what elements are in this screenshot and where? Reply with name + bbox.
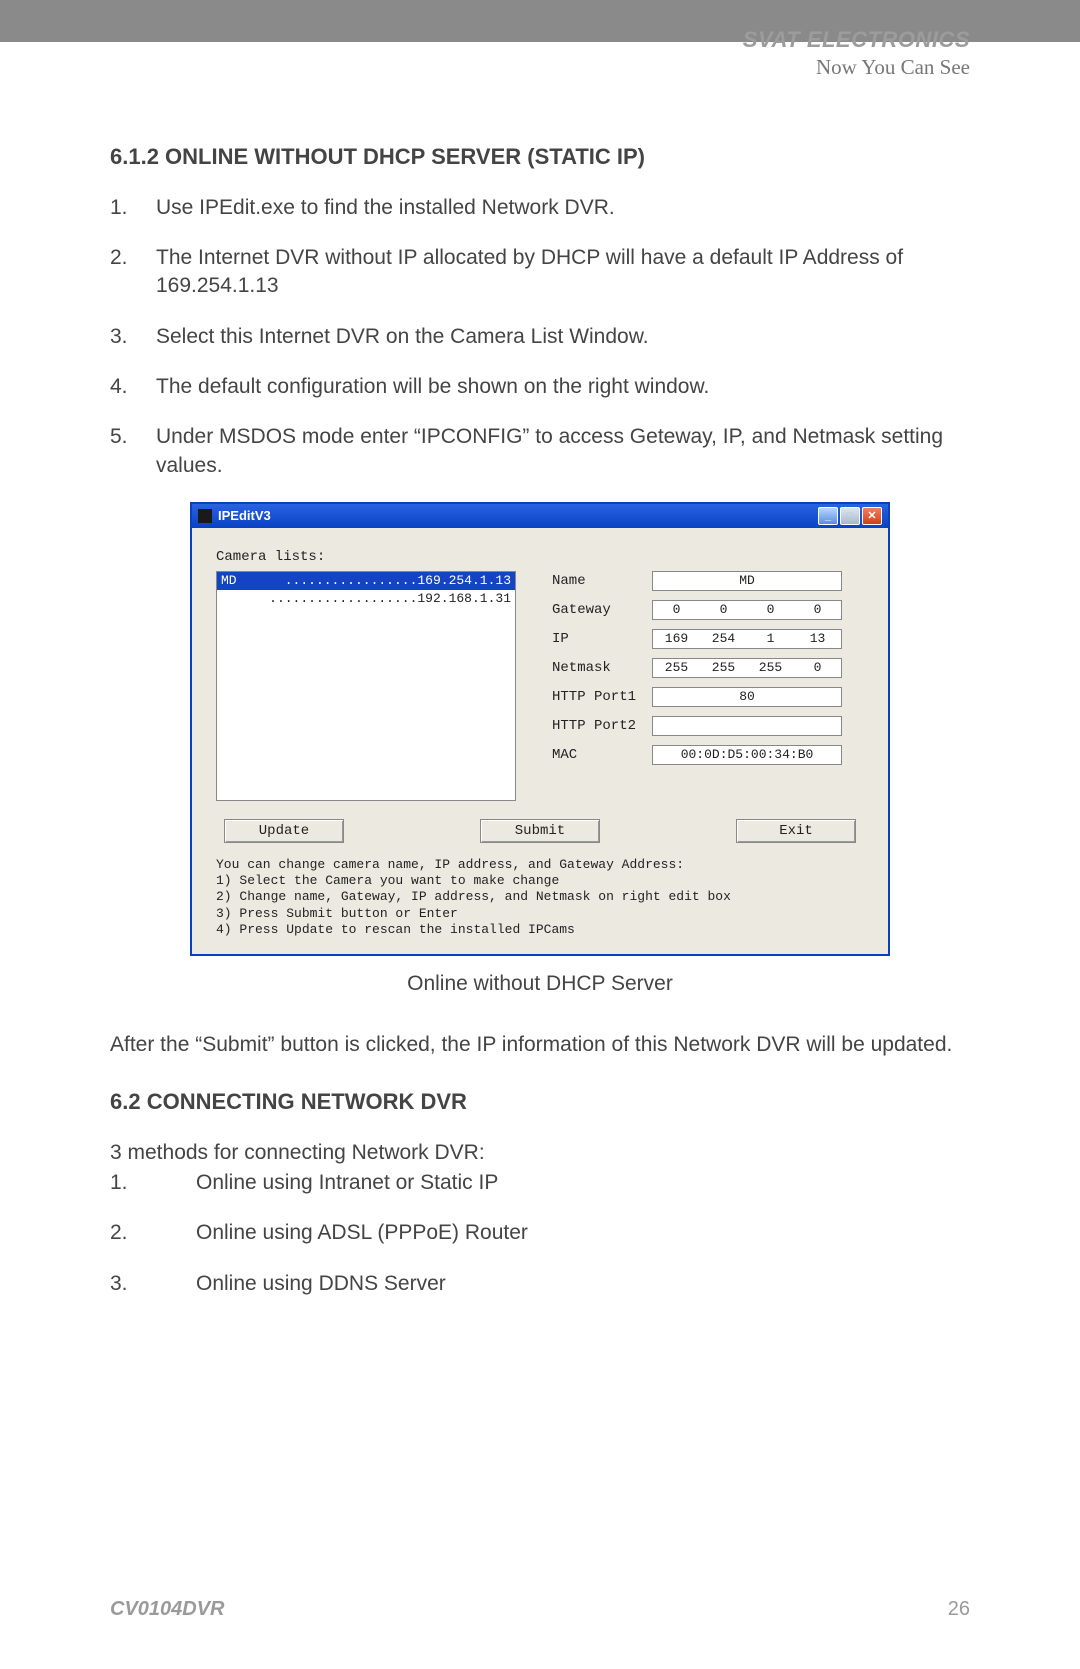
method-number: 1. — [110, 1169, 196, 1197]
window-title: IPEditV3 — [218, 507, 812, 525]
ip-input[interactable]: 169254113 — [652, 629, 842, 649]
gateway-label: Gateway — [552, 601, 642, 620]
exit-button[interactable]: Exit — [736, 819, 856, 843]
after-submit-paragraph: After the “Submit” button is clicked, th… — [110, 1031, 970, 1059]
step-text: Under MSDOS mode enter “IPCONFIG” to acc… — [156, 423, 970, 480]
http-port2-input[interactable] — [652, 716, 842, 736]
update-button[interactable]: Update — [224, 819, 344, 843]
list-item: 1.Online using Intranet or Static IP — [110, 1169, 970, 1197]
section-612-title: 6.1.2 ONLINE WITHOUT DHCP SERVER (STATIC… — [110, 142, 970, 172]
submit-button[interactable]: Submit — [480, 819, 600, 843]
step-number: 1. — [110, 194, 156, 222]
camera-list[interactable]: MD.................169.254.1.13 ........… — [216, 571, 516, 801]
brand-title: SVAT ELECTRONICS — [743, 25, 970, 55]
list-item: 1.Use IPEdit.exe to find the installed N… — [110, 194, 970, 222]
mac-label: MAC — [552, 746, 642, 765]
close-button[interactable]: ✕ — [862, 507, 882, 525]
ipedit-window: IPEditV3 _ □ ✕ Camera lists: MD.........… — [190, 502, 890, 956]
camera-list-item[interactable]: ...................192.168.1.31 — [217, 590, 515, 608]
section-612-steps: 1.Use IPEdit.exe to find the installed N… — [110, 194, 970, 480]
list-item: 3.Select this Internet DVR on the Camera… — [110, 323, 970, 351]
method-number: 3. — [110, 1270, 196, 1298]
step-number: 2. — [110, 244, 156, 301]
fields-panel: Name MD Gateway 0000 IP 169254113 Netmask 25… — [552, 571, 864, 801]
list-item: 3.Online using DDNS Server — [110, 1270, 970, 1298]
footer-page: 26 — [948, 1596, 970, 1623]
step-number: 4. — [110, 373, 156, 401]
netmask-label: Netmask — [552, 659, 642, 678]
name-label: Name — [552, 572, 642, 591]
step-text: The default configuration will be shown … — [156, 373, 709, 401]
list-item: 5.Under MSDOS mode enter “IPCONFIG” to a… — [110, 423, 970, 480]
mac-value: 00:0D:D5:00:34:B0 — [652, 745, 842, 765]
http-port1-input[interactable]: 80 — [652, 687, 842, 707]
step-number: 3. — [110, 323, 156, 351]
maximize-button[interactable]: □ — [840, 507, 860, 525]
method-text: Online using Intranet or Static IP — [196, 1169, 498, 1197]
header-brand: SVAT ELECTRONICS Now You Can See — [743, 25, 970, 81]
footer: CV0104DVR 26 — [110, 1596, 970, 1623]
method-text: Online using DDNS Server — [196, 1270, 446, 1298]
http-port2-label: HTTP Port2 — [552, 717, 642, 736]
methods-intro: 3 methods for connecting Network DVR: — [110, 1139, 970, 1167]
window-titlebar[interactable]: IPEditV3 _ □ ✕ — [192, 504, 888, 528]
step-text: Select this Internet DVR on the Camera L… — [156, 323, 649, 351]
list-item: 2.Online using ADSL (PPPoE) Router — [110, 1219, 970, 1247]
camera-list-item[interactable]: MD.................169.254.1.13 — [217, 572, 515, 590]
method-number: 2. — [110, 1219, 196, 1247]
http-port1-label: HTTP Port1 — [552, 688, 642, 707]
window-instructions: You can change camera name, IP address, … — [216, 857, 864, 938]
list-item: 2.The Internet DVR without IP allocated … — [110, 244, 970, 301]
step-text: The Internet DVR without IP allocated by… — [156, 244, 970, 301]
brand-tagline: Now You Can See — [743, 53, 970, 81]
step-number: 5. — [110, 423, 156, 480]
app-icon — [198, 509, 212, 523]
name-input[interactable]: MD — [652, 571, 842, 591]
window-controls: _ □ ✕ — [818, 507, 882, 525]
button-row: Update Submit Exit — [216, 819, 864, 843]
ip-label: IP — [552, 630, 642, 649]
netmask-input[interactable]: 2552552550 — [652, 658, 842, 678]
camera-lists-label: Camera lists: — [216, 548, 864, 567]
page-content: 6.1.2 ONLINE WITHOUT DHCP SERVER (STATIC… — [0, 42, 1080, 1298]
screenshot-figure: IPEditV3 _ □ ✕ Camera lists: MD.........… — [190, 502, 890, 998]
figure-caption: Online without DHCP Server — [190, 970, 890, 998]
window-body: Camera lists: MD.................169.254… — [192, 528, 888, 954]
method-text: Online using ADSL (PPPoE) Router — [196, 1219, 528, 1247]
minimize-button[interactable]: _ — [818, 507, 838, 525]
footer-model: CV0104DVR — [110, 1596, 225, 1623]
gateway-input[interactable]: 0000 — [652, 600, 842, 620]
methods-list: 1.Online using Intranet or Static IP 2.O… — [110, 1169, 970, 1298]
step-text: Use IPEdit.exe to find the installed Net… — [156, 194, 615, 222]
list-item: 4.The default configuration will be show… — [110, 373, 970, 401]
section-62-title: 6.2 CONNECTING NETWORK DVR — [110, 1087, 970, 1117]
